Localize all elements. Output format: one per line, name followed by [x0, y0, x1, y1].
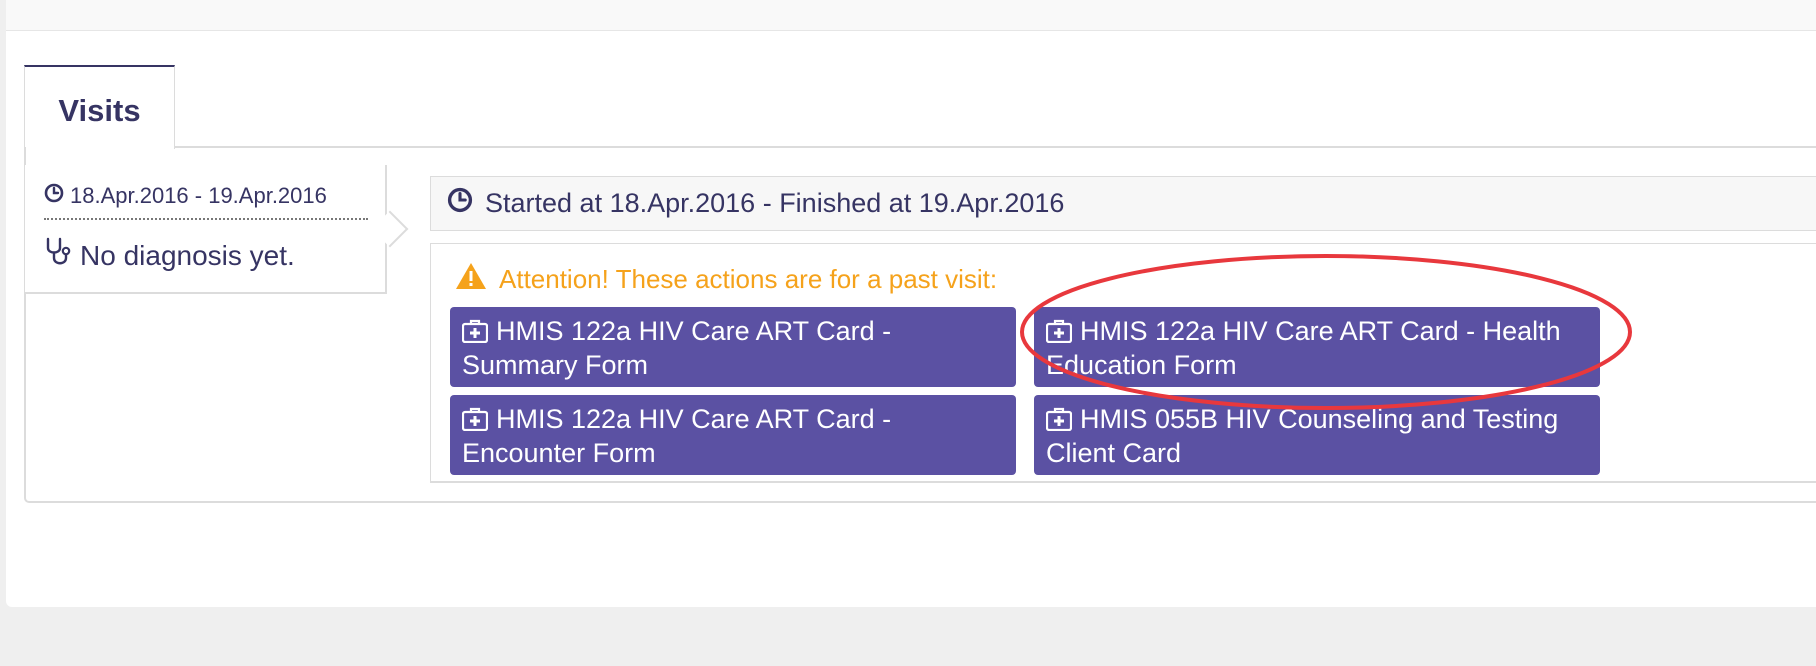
encounter-form-button[interactable]: HMIS 122a HIV Care ART Card - Encounter …: [450, 395, 1016, 475]
health-education-form-label: HMIS 122a HIV Care ART Card - Health Edu…: [1046, 316, 1561, 380]
summary-form-label: HMIS 122a HIV Care ART Card - Summary Fo…: [462, 316, 892, 380]
tab-visits-label: Visits: [58, 93, 141, 128]
top-strip: [6, 0, 1816, 31]
visit-detail-header-text: Started at 18.Apr.2016 - Finished at 19.…: [485, 188, 1065, 218]
medkit-icon: [461, 407, 489, 438]
medkit-icon: [461, 319, 489, 350]
tab-visits[interactable]: Visits: [24, 65, 175, 149]
warning-icon: [455, 262, 487, 297]
visit-dates: 18.Apr.2016 - 19.Apr.2016: [44, 183, 368, 220]
attention-text: Attention! These actions are for a past …: [499, 264, 998, 294]
clock-icon: [44, 183, 64, 209]
counseling-testing-card-label: HMIS 055B HIV Counseling and Testing Cli…: [1046, 404, 1559, 468]
visit-dates-text: 18.Apr.2016 - 19.Apr.2016: [70, 183, 327, 208]
tab-bar: [24, 65, 1816, 148]
stethoscope-icon: [44, 237, 72, 274]
visit-diagnosis-text: No diagnosis yet.: [80, 239, 295, 271]
clock-icon: [447, 187, 473, 220]
medkit-icon: [1045, 319, 1073, 350]
encounter-form-label: HMIS 122a HIV Care ART Card - Encounter …: [462, 404, 892, 468]
visit-diagnosis: No diagnosis yet.: [44, 237, 295, 274]
medkit-icon: [1045, 407, 1073, 438]
attention-message: Attention! These actions are for a past …: [455, 262, 997, 297]
summary-form-button[interactable]: HMIS 122a HIV Care ART Card - Summary Fo…: [450, 307, 1016, 387]
visit-detail-header: Started at 18.Apr.2016 - Finished at 19.…: [430, 176, 1816, 231]
health-education-form-button[interactable]: HMIS 122a HIV Care ART Card - Health Edu…: [1034, 307, 1600, 387]
counseling-testing-card-button[interactable]: HMIS 055B HIV Counseling and Testing Cli…: [1034, 395, 1600, 475]
